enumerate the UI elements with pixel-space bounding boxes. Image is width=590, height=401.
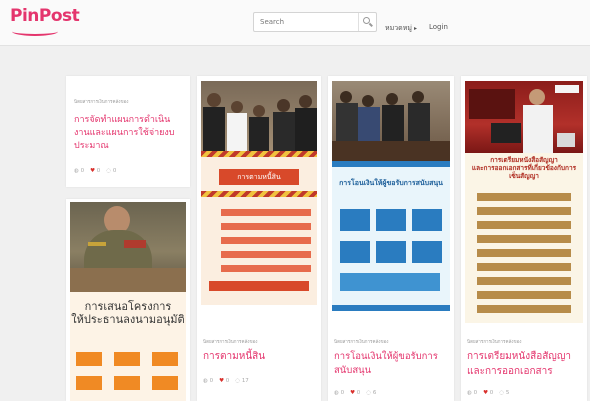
slide-title: การตามหนี้สิน <box>219 169 299 185</box>
pin-title[interactable]: การโอนเงินให้ผู้ขอรับการสนับสนุน <box>334 350 450 378</box>
pin-title[interactable]: การตามหนี้สิน <box>203 350 315 365</box>
pin-photo[interactable] <box>465 81 583 153</box>
pin-card[interactable]: การโอนเงินให้ผู้ขอรับการสนับสนุน นิตยสาร… <box>328 76 454 401</box>
pin-stats: ◍ 0 ♥ 0 ◌ 5 <box>467 390 510 396</box>
heart-icon[interactable]: ♥ <box>90 168 95 174</box>
search-button[interactable] <box>358 13 376 31</box>
category-menu-label: หมวดหมู่ <box>385 24 412 32</box>
logo-swoosh <box>12 27 58 36</box>
comment-icon: ◌ <box>106 168 112 174</box>
pin-category[interactable]: นิตยสารการเงินการคลังของ <box>74 98 128 105</box>
slide-title: การโอนเงินให้ผู้ขอรับการสนับสนุน <box>339 179 443 187</box>
view-icon: ◍ <box>203 378 208 384</box>
pin-photo[interactable] <box>201 81 317 151</box>
search-icon-handle <box>369 22 373 27</box>
slide-title: การเตรียมหนังสือสัญญา และการออกเอกสารที่… <box>471 156 577 180</box>
pin-photo[interactable] <box>70 202 186 292</box>
site-logo[interactable]: PinPost <box>10 6 80 26</box>
comment-icon: ◌ <box>366 390 372 396</box>
view-icon: ◍ <box>74 168 79 174</box>
login-link[interactable]: Login <box>429 23 448 31</box>
comment-icon: ◌ <box>499 390 505 396</box>
search-input[interactable] <box>254 13 358 31</box>
pin-stats: ◍ 0 ♥ 0 ◌ 17 <box>203 378 249 384</box>
pin-slide-image[interactable]: การตามหนี้สิน <box>201 151 317 305</box>
pin-slide-image[interactable]: การเตรียมหนังสือสัญญา และการออกเอกสารที่… <box>465 153 583 323</box>
pin-card[interactable]: การตามหนี้สิน นิตยสารการเงินการคลังของ ก… <box>197 76 321 401</box>
top-navigation-bar: PinPost หมวดหมู่▸ Login <box>0 0 590 46</box>
view-icon: ◍ <box>334 390 339 396</box>
comment-icon: ◌ <box>235 378 241 384</box>
pin-slide-image[interactable]: การโอนเงินให้ผู้ขอรับการสนับสนุน <box>332 161 450 311</box>
pin-card[interactable]: การเตรียมหนังสือสัญญา และการออกเอกสารที่… <box>461 76 587 401</box>
pin-title[interactable]: การเตรียมหนังสือสัญญาและการออกเอกสาร <box>467 350 583 379</box>
pin-slide-image[interactable]: การเสนอโครงการ ให้ประธานลงนามอนุมัติ <box>70 292 186 401</box>
pin-category[interactable]: นิตยสารการเงินการคลังของ <box>334 338 388 345</box>
pin-stats: ◍ 0 ♥ 0 ◌ 6 <box>334 390 377 396</box>
heart-icon[interactable]: ♥ <box>483 390 488 396</box>
pin-category[interactable]: นิตยสารการเงินการคลังของ <box>467 338 521 345</box>
category-menu[interactable]: หมวดหมู่ ▸ <box>385 23 417 34</box>
pin-category[interactable]: นิตยสารการเงินการคลังของ <box>203 338 257 345</box>
pin-stats: ◍ 0 ♥ 0 ◌ 0 <box>74 168 117 174</box>
pin-photo[interactable] <box>332 81 450 161</box>
pin-title[interactable]: การจัดทำแผนการดำเนินงานและแผนการใช้จ่ายง… <box>74 114 182 153</box>
pin-card[interactable]: นิตยสารการเงินการคลังของ การจัดทำแผนการด… <box>66 76 190 187</box>
view-icon: ◍ <box>467 390 472 396</box>
pin-card[interactable]: การเสนอโครงการ ให้ประธานลงนามอนุมัติ <box>66 199 190 401</box>
search-box <box>253 12 377 32</box>
chevron-down-icon: ▸ <box>413 25 417 32</box>
heart-icon[interactable]: ♥ <box>219 378 224 384</box>
heart-icon[interactable]: ♥ <box>350 390 355 396</box>
slide-title: การเสนอโครงการ ให้ประธานลงนามอนุมัติ <box>71 300 185 327</box>
